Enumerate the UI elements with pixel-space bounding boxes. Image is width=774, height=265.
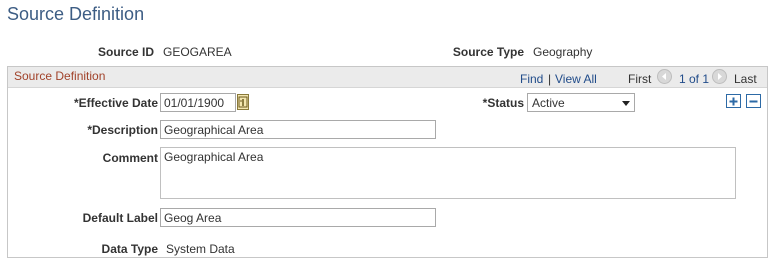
- status-select[interactable]: Active: [527, 93, 635, 112]
- comment-label: Comment: [102, 151, 158, 165]
- data-type-value: System Data: [166, 242, 235, 256]
- calendar-button[interactable]: [237, 94, 249, 110]
- source-type-label: Source Type: [452, 45, 524, 59]
- add-row-button[interactable]: [726, 94, 741, 108]
- find-link[interactable]: Find: [520, 72, 543, 86]
- source-id-value: GEOGAREA: [163, 45, 232, 59]
- comment-textarea[interactable]: Geographical Area: [160, 147, 736, 199]
- default-label-input[interactable]: [160, 208, 436, 227]
- source-id-label: Source ID: [97, 45, 154, 59]
- first-label: First: [628, 72, 652, 86]
- next-button[interactable]: [712, 69, 727, 84]
- chevron-down-icon: [622, 101, 630, 106]
- status-selected-value: Active: [532, 96, 565, 110]
- group-title: Source Definition: [14, 69, 106, 83]
- view-all-link[interactable]: View All: [555, 72, 597, 86]
- data-type-label: Data Type: [101, 242, 158, 256]
- description-input[interactable]: [160, 120, 436, 139]
- delete-row-button[interactable]: [746, 94, 761, 108]
- plus-icon: [729, 97, 738, 105]
- previous-button[interactable]: [657, 69, 672, 84]
- effective-date-label: *Effective Date: [73, 96, 158, 110]
- group-header-bar: [8, 67, 767, 88]
- arrow-left-icon: [662, 73, 666, 80]
- source-type-value: Geography: [533, 45, 593, 59]
- page-title: Source Definition: [7, 4, 145, 24]
- nav-separator: |: [548, 72, 552, 86]
- default-label-label: Default Label: [82, 211, 158, 225]
- minus-icon: [749, 100, 758, 102]
- arrow-right-icon: [718, 73, 722, 80]
- status-label: *Status: [482, 96, 524, 110]
- description-label: *Description: [87, 123, 158, 137]
- effective-date-input[interactable]: [160, 93, 236, 112]
- last-label: Last: [734, 72, 757, 86]
- calendar-icon: [238, 96, 248, 108]
- page-count: 1 of 1: [679, 72, 710, 86]
